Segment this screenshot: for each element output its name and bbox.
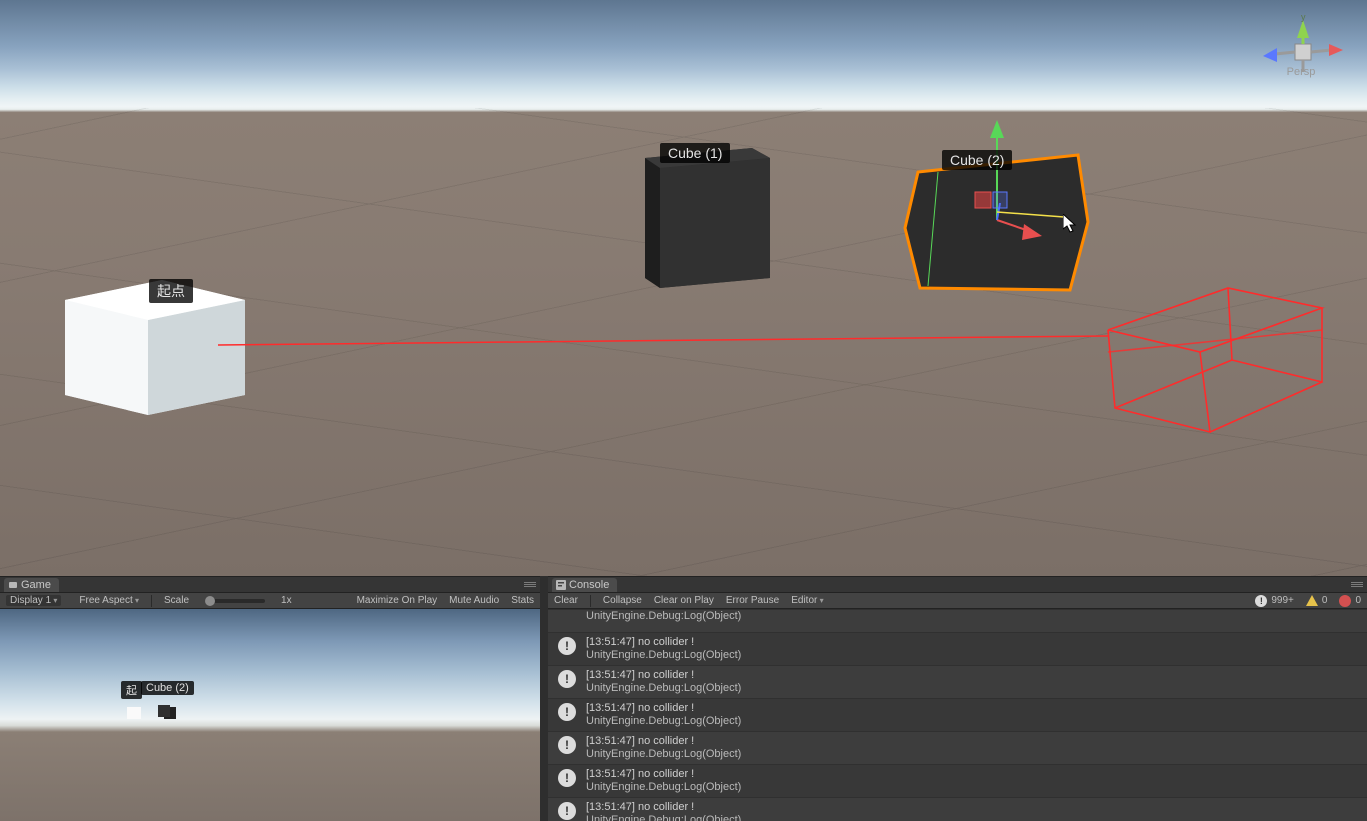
log-line1: [13:51:47] no collider !: [586, 735, 694, 747]
game-tab[interactable]: Game: [4, 578, 59, 592]
scale-value: 1x: [281, 595, 292, 606]
warn-count: 0: [1322, 595, 1328, 606]
log-info-icon: !: [558, 736, 576, 754]
collapse-toggle[interactable]: Collapse: [603, 595, 642, 606]
display-dropdown[interactable]: Display 1: [6, 595, 61, 606]
panel-menu-icon[interactable]: [524, 579, 536, 591]
scene-view[interactable]: 起点 Cube (1) Cube (2) y Persp: [0, 0, 1367, 576]
console-tabbar: Console: [548, 576, 1367, 593]
console-toolbar: Clear Collapse Clear on Play Error Pause…: [548, 593, 1367, 609]
log-info-icon: !: [558, 670, 576, 688]
game-label-cube2: Cube (2): [141, 681, 194, 695]
view-orientation-gizmo[interactable]: y Persp: [1257, 14, 1345, 78]
log-info-icon: !: [558, 769, 576, 787]
wireframe-cube: [1108, 288, 1322, 432]
log-info-icon: !: [558, 802, 576, 820]
game-panel: Game Display 1 Free Aspect Scale 1x Maxi…: [0, 576, 540, 821]
log-src: UnityEngine.Debug:Log(Object): [586, 748, 741, 760]
scale-label: Scale: [164, 595, 189, 606]
clear-button[interactable]: Clear: [554, 595, 578, 606]
log-row[interactable]: ! [13:51:47] no collider !UnityEngine.Deb…: [548, 731, 1367, 764]
game-icon: [8, 580, 18, 590]
log-src: UnityEngine.Debug:Log(Object): [586, 649, 741, 661]
game-tabbar: Game: [0, 576, 540, 593]
log-row[interactable]: ! [13:51:47] no collider !UnityEngine.Deb…: [548, 698, 1367, 731]
label-cube1: Cube (1): [660, 143, 730, 163]
label-start: 起点: [149, 279, 193, 303]
cube-2-selected[interactable]: [905, 120, 1088, 290]
log-line1: [13:51:47] no collider !: [586, 801, 694, 813]
log-src: UnityEngine.Debug:Log(Object): [586, 715, 741, 727]
log-line1: [13:51:47] no collider !: [586, 702, 694, 714]
error-icon: [1339, 595, 1351, 607]
console-panel: Console Clear Collapse Clear on Play Err…: [548, 576, 1367, 821]
log-line1: [13:51:47] no collider !: [586, 636, 694, 648]
stats-toggle[interactable]: Stats: [511, 595, 534, 606]
game-view[interactable]: 起 Cube (2): [0, 609, 540, 821]
log-src: UnityEngine.Debug:Log(Object): [586, 781, 741, 793]
scene-overlay: [0, 0, 1367, 576]
aspect-dropdown[interactable]: Free Aspect: [79, 595, 139, 606]
log-line1: [13:51:47] no collider !: [586, 768, 694, 780]
log-row[interactable]: ! [13:51:47] no collider !UnityEngine.Deb…: [548, 632, 1367, 665]
log-src: UnityEngine.Debug:Log(Object): [586, 682, 741, 694]
vertical-splitter[interactable]: [540, 576, 548, 821]
maximize-on-play-toggle[interactable]: Maximize On Play: [357, 595, 438, 606]
log-line1: [13:51:47] no collider !: [586, 669, 694, 681]
console-icon: [556, 580, 566, 590]
log-src: UnityEngine.Debug:Log(Object): [586, 814, 741, 821]
panel-menu-icon[interactable]: [1351, 579, 1363, 591]
mute-audio-toggle[interactable]: Mute Audio: [449, 595, 499, 606]
error-count: 0: [1355, 595, 1361, 606]
cube-1[interactable]: [645, 148, 770, 288]
console-tab-label: Console: [569, 579, 609, 591]
log-src: UnityEngine.Debug:Log(Object): [586, 610, 741, 622]
game-tab-label: Game: [21, 579, 51, 591]
info-filter[interactable]: 999+: [1255, 595, 1294, 607]
log-row[interactable]: ! [13:51:47] no collider !UnityEngine.Deb…: [548, 797, 1367, 821]
gizmo-y-label: y: [1301, 12, 1306, 22]
game-cube-dark: [158, 705, 170, 717]
info-count: 999+: [1271, 595, 1294, 606]
info-icon: [1255, 595, 1267, 607]
game-background: [0, 609, 540, 821]
log-row[interactable]: ! [13:51:47] no collider !UnityEngine.Deb…: [548, 764, 1367, 797]
raycast-line: [218, 336, 1108, 345]
editor-dropdown[interactable]: Editor: [791, 595, 823, 606]
clear-on-play-toggle[interactable]: Clear on Play: [654, 595, 714, 606]
scale-slider[interactable]: [205, 599, 265, 603]
error-filter[interactable]: 0: [1339, 595, 1361, 607]
log-row[interactable]: ! UnityEngine.Debug:Log(Object): [548, 609, 1367, 632]
game-cube-white: [127, 707, 141, 719]
log-row[interactable]: ! [13:51:47] no collider !UnityEngine.Deb…: [548, 665, 1367, 698]
game-label-start: 起: [121, 681, 142, 699]
error-pause-toggle[interactable]: Error Pause: [726, 595, 779, 606]
console-tab[interactable]: Console: [552, 578, 617, 592]
log-info-icon: !: [558, 703, 576, 721]
label-cube2: Cube (2): [942, 150, 1012, 170]
log-info-icon: !: [558, 637, 576, 655]
warn-filter[interactable]: 0: [1306, 595, 1328, 606]
warn-icon: [1306, 595, 1318, 606]
console-list[interactable]: ! UnityEngine.Debug:Log(Object) ! [13:51:…: [548, 609, 1367, 821]
game-toolbar: Display 1 Free Aspect Scale 1x Maximize …: [0, 593, 540, 609]
